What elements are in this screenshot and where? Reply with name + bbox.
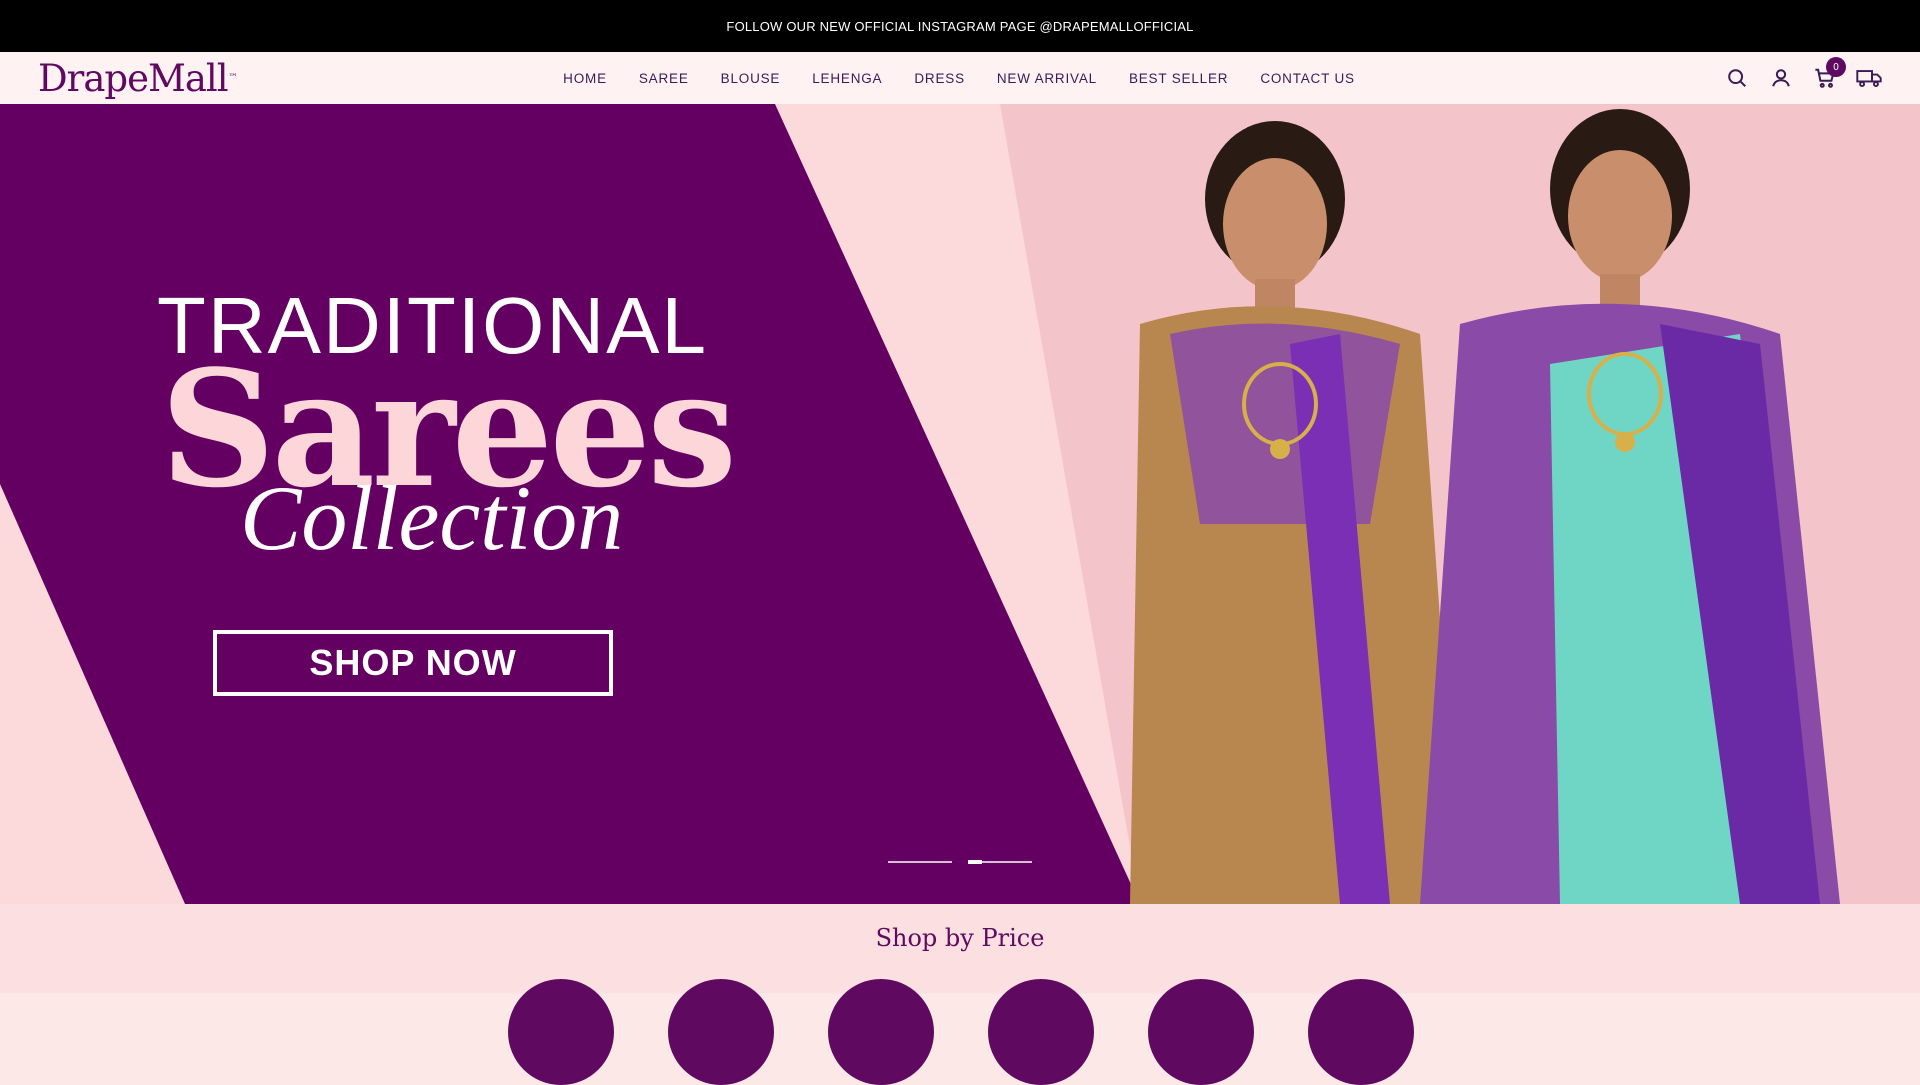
- price-tile[interactable]: [508, 979, 614, 1085]
- slide-dot-1[interactable]: [888, 861, 952, 863]
- price-tile[interactable]: [988, 979, 1094, 1085]
- hero-heading-collection: Collection: [240, 467, 624, 569]
- nav-item-contact-us[interactable]: CONTACT US: [1260, 71, 1355, 86]
- truck-icon[interactable]: [1856, 65, 1882, 91]
- announcement-text: FOLLOW OUR NEW OFFICIAL INSTAGRAM PAGE @…: [726, 18, 1194, 34]
- cart-icon[interactable]: 0: [1812, 57, 1846, 91]
- section-title: Shop by Price: [875, 924, 1045, 952]
- site-header: DrapeMall ™ HOME SAREE BLOUSE LEHENGA DRE…: [0, 52, 1920, 104]
- price-tile[interactable]: [668, 979, 774, 1085]
- nav-item-dress[interactable]: DRESS: [914, 71, 965, 86]
- models-image: [1130, 109, 1840, 904]
- nav-item-new-arrival[interactable]: NEW ARRIVAL: [997, 71, 1097, 86]
- nav-item-saree[interactable]: SAREE: [639, 71, 689, 86]
- nav-item-blouse[interactable]: BLOUSE: [721, 71, 781, 86]
- brand-name: DrapeMall: [38, 56, 229, 100]
- slide-dot-2[interactable]: [968, 860, 1032, 864]
- price-tile[interactable]: [828, 979, 934, 1085]
- main-nav: HOME SAREE BLOUSE LEHENGA DRESS NEW ARRI…: [0, 52, 1920, 104]
- trademark-mark: ™: [228, 73, 238, 83]
- price-tile[interactable]: [1308, 979, 1414, 1085]
- header-actions: 0: [1724, 52, 1882, 104]
- nav-item-home[interactable]: HOME: [563, 71, 607, 86]
- shop-now-button[interactable]: SHOP NOW: [213, 630, 613, 696]
- user-icon[interactable]: [1768, 65, 1794, 91]
- slider-pagination: [888, 860, 1032, 864]
- search-icon[interactable]: [1724, 65, 1750, 91]
- cart-count-badge: 0: [1826, 57, 1846, 77]
- brand-logo[interactable]: DrapeMall ™: [38, 52, 238, 104]
- shop-by-price-section: Shop by Price: [0, 904, 1920, 1085]
- nav-item-best-seller[interactable]: BEST SELLER: [1129, 71, 1228, 86]
- hero-banner[interactable]: TRADITIONAL Sarees Collection SHOP NOW: [0, 104, 1920, 904]
- nav-item-lehenga[interactable]: LEHENGA: [812, 71, 882, 86]
- announcement-bar: FOLLOW OUR NEW OFFICIAL INSTAGRAM PAGE @…: [0, 0, 1920, 52]
- price-tile[interactable]: [1148, 979, 1254, 1085]
